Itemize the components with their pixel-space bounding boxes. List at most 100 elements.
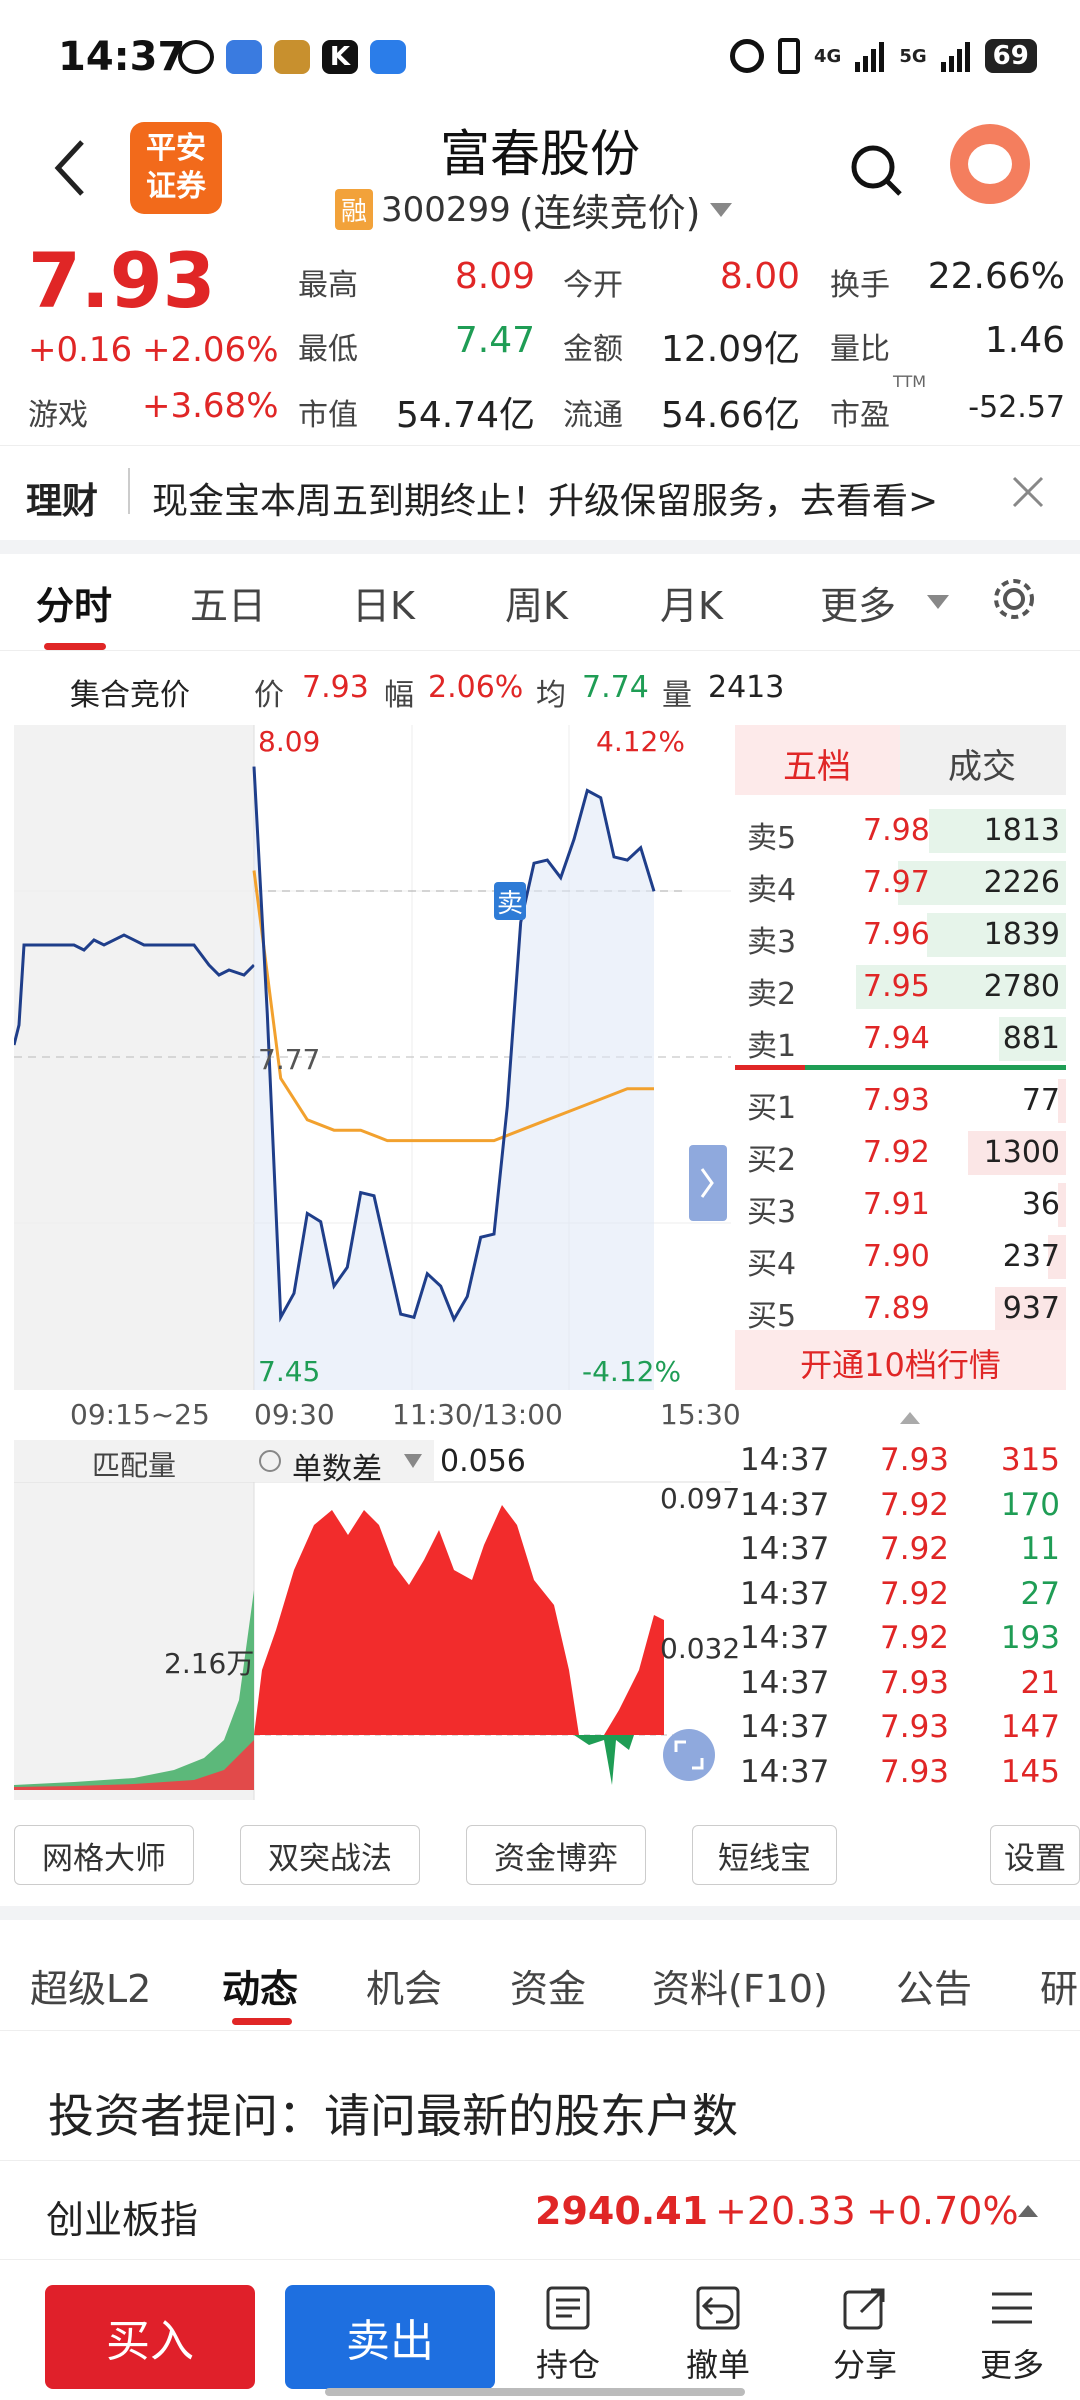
order-diff-label[interactable]: 单数差 (292, 1444, 382, 1488)
sell-button[interactable]: 卖出 (285, 2285, 495, 2389)
ask-vol: 1813 (983, 813, 1060, 848)
tab-5day[interactable]: 五日 (190, 575, 266, 630)
quote-panel: 7.93 +0.16 +2.06% 游戏 +3.68% 最高 8.09 最低 7… (0, 236, 1080, 440)
promo-banner[interactable]: 理财 现金宝本周五到期终止！升级保留服务，去看看> (0, 445, 1080, 540)
tab-funds[interactable]: 资金 (510, 1958, 586, 2013)
tab-research[interactable]: 研 (1040, 1958, 1078, 2013)
upgrade-quote-label: 开通10档行情 (800, 1346, 1001, 1384)
positions-button[interactable]: 持仓 (513, 2284, 623, 2386)
caret-up-icon[interactable] (898, 1410, 922, 1426)
fullscreen-button (663, 1729, 715, 1781)
tab-trades[interactable]: 成交 (900, 725, 1066, 795)
mcap-value: 54.74亿 (395, 395, 535, 436)
game-icon (274, 40, 310, 74)
tab-opportunity[interactable]: 机会 (366, 1958, 442, 2013)
alarm-icon (730, 39, 764, 73)
bid-row[interactable]: 买5 7.89 937 (735, 1283, 1066, 1335)
sub-top-value: 0.097 (660, 1482, 741, 1515)
search-icon[interactable] (848, 142, 904, 200)
low-value: 7.47 (454, 320, 535, 361)
share-button[interactable]: 分享 (810, 2284, 920, 2386)
notification-icons: K (178, 40, 406, 74)
cloud-app-icon (370, 40, 406, 74)
tab-weekly-k[interactable]: 周K (505, 575, 568, 630)
signal-bars-icon (855, 42, 885, 72)
tab-announcements[interactable]: 公告 (896, 1958, 972, 2013)
upgrade-quote-button[interactable]: 开通10档行情 (735, 1330, 1066, 1390)
ask-row[interactable]: 卖5 7.98 1813 (735, 805, 1066, 857)
trade-volume: 145 (1000, 1753, 1060, 1790)
high-label: 最高 (298, 268, 358, 303)
undo-icon (696, 2286, 740, 2330)
sub-mid-value: 0.032 (660, 1632, 741, 1665)
sector-name[interactable]: 游戏 (28, 390, 88, 434)
trade-row: 14:37 7.92 27 (740, 1574, 1066, 1618)
index-name: 创业板指 (46, 2198, 199, 2242)
tab-five-level[interactable]: 五档 (735, 725, 900, 795)
tab-monthly-k[interactable]: 月K (660, 575, 723, 630)
time-axis: 09:15~25 09:30 11:30/13:00 15:30 (0, 1390, 741, 1440)
stock-name: 富春股份 (440, 125, 640, 183)
tool-double-breakout[interactable]: 双突战法 (240, 1825, 420, 1885)
tab-super-l2[interactable]: 超级L2 (30, 1958, 151, 2013)
buy-button[interactable]: 买入 (45, 2285, 255, 2389)
tool-fund-game[interactable]: 资金博弈 (466, 1825, 646, 1885)
tool-grid-master[interactable]: 网格大师 (14, 1825, 194, 1885)
sub-chart[interactable]: 匹配量 单数差 0.056 0.097 0.032 2.16万 (14, 1440, 740, 1800)
trade-time: 14:37 (740, 1442, 830, 1478)
trade-price: 7.93 (880, 1709, 950, 1745)
pe-label: 市盈 (830, 398, 890, 433)
gear-icon[interactable] (990, 575, 1038, 623)
trade-row: 14:37 7.93 315 (740, 1440, 1066, 1484)
more-button[interactable]: 更多 (957, 2284, 1067, 2386)
range-value: 2.06% (428, 670, 524, 705)
bid-row[interactable]: 买3 7.91 36 (735, 1179, 1066, 1231)
bid-row[interactable]: 买2 7.92 1300 (735, 1127, 1066, 1179)
tab-daily-k[interactable]: 日K (352, 575, 415, 630)
news-headline[interactable]: 投资者提问：请问最新的股东户数 (48, 2080, 738, 2146)
trade-price: 7.92 (880, 1620, 950, 1656)
tab-f10[interactable]: 资料(F10) (652, 1958, 828, 2013)
avg-label: 均 (536, 678, 566, 713)
index-bar[interactable]: 创业板指 2940.41 +20.33 +0.70% (0, 2160, 1080, 2260)
cancel-order-button[interactable]: 撤单 (663, 2284, 773, 2386)
mcap-label: 市值 (298, 398, 358, 433)
share-icon (843, 2288, 885, 2330)
float-value: 54.66亿 (660, 395, 800, 436)
banner-divider (128, 468, 130, 514)
ask-price: 7.97 (863, 865, 930, 900)
tab-intraday[interactable]: 分时 (36, 575, 112, 630)
vol-value: 2413 (708, 670, 785, 705)
trade-volume: 193 (1000, 1620, 1060, 1656)
stock-code: 300299 (381, 189, 511, 230)
margin-badge: 融 (335, 189, 374, 230)
intraday-chart[interactable]: 8.09 4.12% 7.77 7.45 -4.12% 卖 (12, 725, 731, 1390)
tool-buttons: 网格大师 双突战法 资金博弈 短线宝 设置 (0, 1825, 1080, 1895)
ask-row[interactable]: 卖4 7.97 2226 (735, 857, 1066, 909)
status-bar: 14:37 K 4G 5G 69 (0, 0, 1080, 110)
bid-vol: 77 (1021, 1083, 1060, 1118)
stock-code-row[interactable]: 融 300299 (连续竞价) (335, 182, 734, 237)
bid-row[interactable]: 买1 7.93 77 (735, 1075, 1066, 1127)
news-divider (0, 2030, 1080, 2031)
banner-text: 现金宝本周五到期终止！升级保留服务，去看看> (152, 481, 939, 522)
ask-row[interactable]: 卖3 7.96 1839 (735, 909, 1066, 961)
close-icon[interactable] (1010, 474, 1046, 510)
trade-row: 14:37 7.92 11 (740, 1529, 1066, 1573)
ask-vol: 2226 (983, 865, 1060, 900)
assistant-avatar[interactable] (950, 124, 1030, 204)
tool-short-term[interactable]: 短线宝 (692, 1825, 837, 1885)
bid-row[interactable]: 买4 7.90 237 (735, 1231, 1066, 1283)
tab-news[interactable]: 动态 (222, 1958, 298, 2013)
vol-label: 量 (662, 678, 692, 713)
trade-row: 14:37 7.93 147 (740, 1707, 1066, 1751)
ask-label: 卖2 (747, 977, 797, 1012)
vol-ratio-label: 量比 (830, 332, 890, 367)
trade-row: 14:37 7.93 21 (740, 1663, 1066, 1707)
ask-price: 7.98 (863, 813, 930, 848)
ask-row[interactable]: 卖1 7.94 881 (735, 1013, 1066, 1065)
tab-more[interactable]: 更多 (820, 575, 896, 630)
ask-row[interactable]: 卖2 7.95 2780 (735, 961, 1066, 1013)
battery-icon: 69 (984, 39, 1037, 73)
tool-settings[interactable]: 设置 (990, 1825, 1080, 1885)
